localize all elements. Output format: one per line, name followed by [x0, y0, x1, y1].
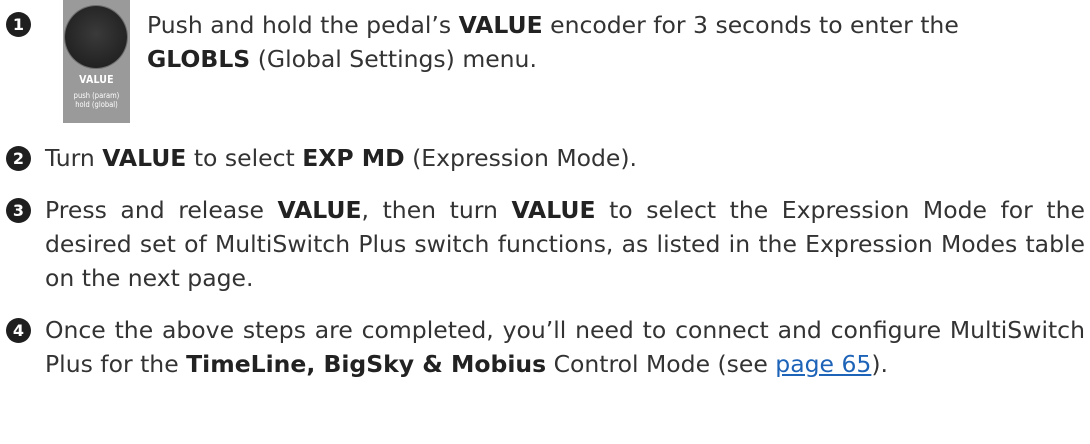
step-number-badge: 4 — [6, 318, 31, 343]
step-1: 1 VALUE push (param) hold (global) Push … — [0, 0, 1090, 124]
keyword-globls: GLOBLS — [147, 45, 251, 73]
knob-sublabel-push: push (param) — [73, 91, 120, 100]
keyword-value: VALUE — [511, 196, 596, 224]
step-number-badge: 1 — [6, 12, 31, 37]
step-text: Once the above steps are completed, you’… — [45, 316, 1085, 378]
step-number-badge: 2 — [6, 146, 31, 171]
step-text: Press and release VALUE, then turn VALUE… — [45, 196, 1085, 292]
keyword-value: VALUE — [458, 11, 543, 39]
knob-icon — [65, 6, 127, 68]
step-text: Push and hold the pedal’s VALUE encoder … — [147, 11, 959, 73]
knob-sublabel-hold: hold (global) — [75, 100, 118, 109]
keyword-value: VALUE — [277, 196, 362, 224]
step-2: 2 Turn VALUE to select EXP MD (Expressio… — [0, 140, 1090, 176]
keyword-value: VALUE — [102, 144, 187, 172]
keyword-exp-md: EXP MD — [302, 144, 405, 172]
step-4: 4 Once the above steps are completed, yo… — [0, 312, 1090, 442]
step-number-badge: 3 — [6, 198, 31, 223]
step-text: Turn VALUE to select EXP MD (Expression … — [45, 144, 637, 172]
knob-label: VALUE — [79, 74, 114, 86]
page-65-link[interactable]: page 65 — [775, 350, 871, 378]
keyword-control-mode: TimeLine, BigSky & Mobius — [186, 350, 547, 378]
step-3: 3 Press and release VALUE, then turn VAL… — [0, 192, 1090, 297]
value-encoder-illustration: VALUE push (param) hold (global) — [63, 0, 130, 123]
